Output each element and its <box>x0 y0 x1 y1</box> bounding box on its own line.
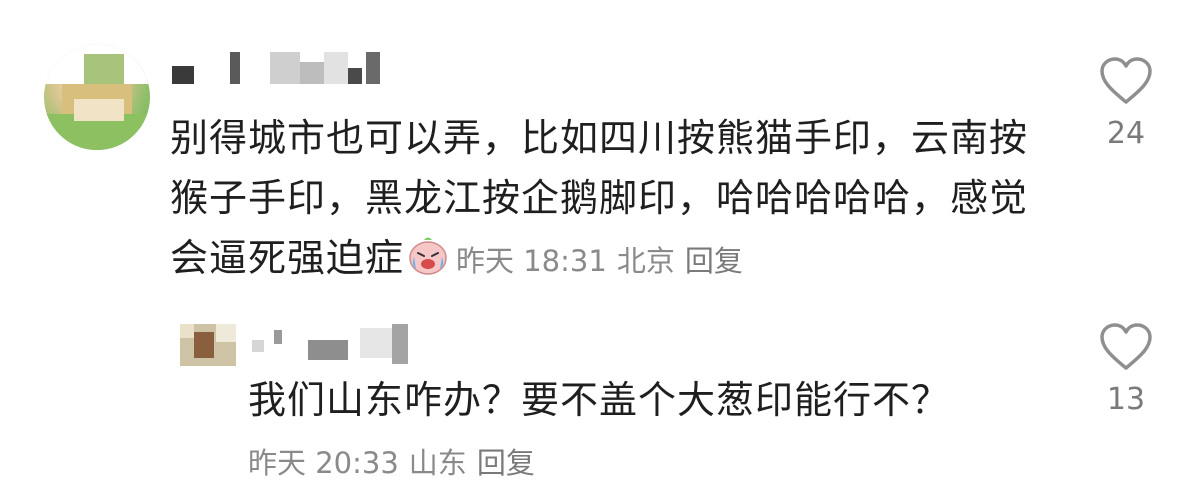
like-control[interactable]: 24 <box>1096 56 1156 151</box>
comment-meta: 昨天 18:31 北京 回复 <box>456 244 753 278</box>
reply-reply-button[interactable]: 回复 <box>477 446 535 480</box>
reply-like-count: 13 <box>1106 382 1146 417</box>
like-count: 24 <box>1106 116 1146 151</box>
avatar[interactable] <box>44 44 150 150</box>
reply-body: 我们山东咋办？要不盖个大葱印能行不？ <box>248 378 951 422</box>
crying-laugh-emoji-icon <box>406 233 450 277</box>
reply-meta: 昨天 20:33 山东 回复 <box>248 440 545 482</box>
username-blurred[interactable] <box>172 52 382 84</box>
reply-username-blurred[interactable] <box>252 324 422 364</box>
comment-location: 北京 <box>616 244 675 278</box>
heart-icon[interactable] <box>1098 322 1154 372</box>
heart-icon[interactable] <box>1098 56 1154 106</box>
comment-time: 昨天 18:31 <box>456 244 607 278</box>
reply-button[interactable]: 回复 <box>685 244 743 278</box>
reply-location: 山东 <box>408 446 467 480</box>
reply-avatar[interactable] <box>180 324 236 366</box>
reply-time: 昨天 20:33 <box>248 446 399 480</box>
comment-body: 别得城市也可以弄，比如四川按熊猫手印，云南按猴子手印，黑龙江按企鹅脚印，哈哈哈哈… <box>170 108 1040 291</box>
reply-like-control[interactable]: 13 <box>1096 322 1156 417</box>
